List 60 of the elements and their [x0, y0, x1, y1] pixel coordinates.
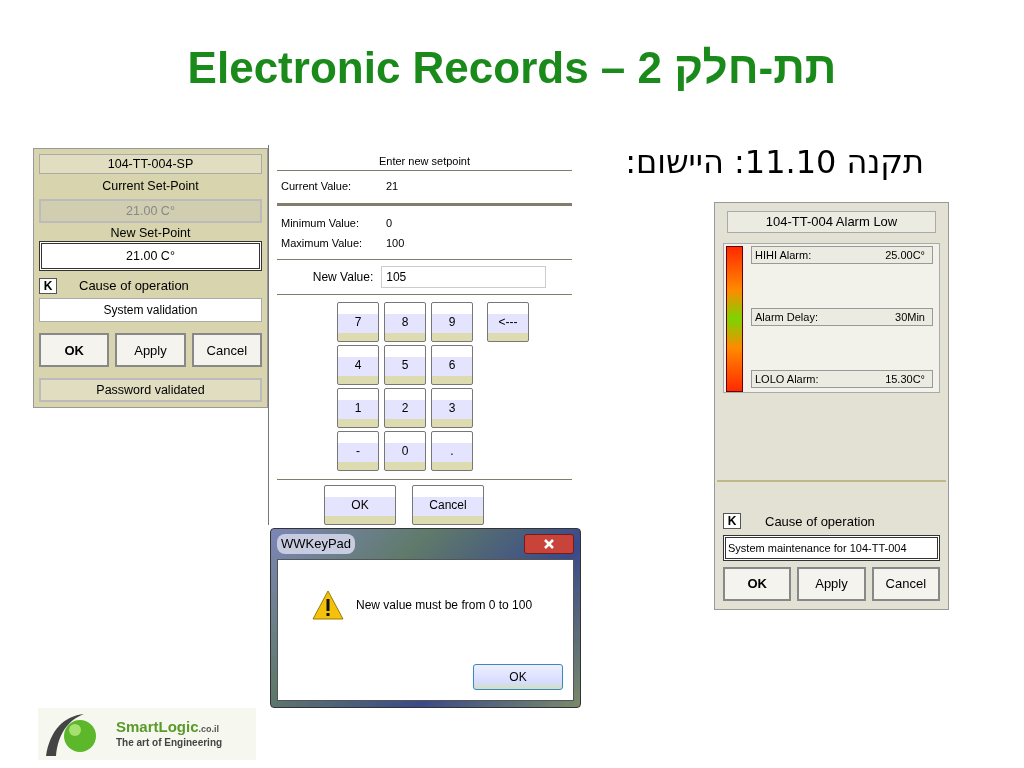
keypad-title: Enter new setpoint [377, 154, 472, 169]
logo-tagline: The art of Engineering [116, 737, 223, 750]
dialog-button[interactable]: OK [39, 333, 110, 368]
alarm-value: 15.30C° [885, 372, 926, 387]
keypad-key[interactable]: 0 [384, 430, 426, 471]
keypad-key[interactable]: 1 [337, 387, 379, 428]
value-text: 0 [386, 216, 393, 232]
new-value-label: New Value: [312, 268, 374, 286]
alarm-label: HIHI Alarm: [755, 248, 812, 263]
dialog-button[interactable]: Apply [115, 333, 186, 368]
dialog-button[interactable]: Apply [797, 567, 866, 601]
keypad-key[interactable]: 2 [384, 387, 426, 428]
value-text: 21 [386, 178, 399, 194]
value-label: Minimum Value: [281, 216, 361, 232]
alert-title: WWKeyPad [277, 534, 356, 554]
keypad-key[interactable]: . [431, 430, 473, 471]
dialog-button[interactable]: Cancel [871, 567, 940, 601]
keypad-key[interactable]: 4 [337, 344, 379, 385]
alert-message: New value must be from 0 to 100 [356, 597, 533, 614]
close-button[interactable] [524, 534, 574, 554]
keypad-key[interactable]: 6 [431, 344, 473, 385]
alarm-value: 30Min [895, 310, 926, 325]
logo-name: SmartLogic [116, 718, 199, 738]
value-label: Current Value: [281, 178, 353, 194]
keypad-key[interactable]: 7 [337, 301, 379, 342]
close-icon [544, 539, 554, 549]
new-setpoint-field[interactable]: 21.00 C° [39, 240, 262, 271]
keypad-key[interactable]: - [337, 430, 379, 471]
warning-icon [312, 590, 344, 620]
keypad-button[interactable]: Cancel [412, 485, 484, 525]
dialog-button[interactable]: Cancel [191, 333, 262, 368]
cause-label: Cause of operation [765, 512, 875, 531]
ok-button[interactable]: OK [473, 664, 563, 690]
alarm-label: Alarm Delay: [755, 310, 818, 325]
cause-field[interactable]: System maintenance for 104-TT-004 [723, 535, 940, 561]
keypad-key[interactable]: 5 [384, 344, 426, 385]
tag-label: 104-TT-004-SP [39, 154, 262, 174]
keypad-key[interactable]: <--- [487, 301, 529, 342]
alarm-title: 104-TT-004 Alarm Low [727, 211, 936, 233]
value-label: Maximum Value: [281, 235, 364, 251]
keypad-key[interactable]: 3 [431, 387, 473, 428]
cause-field[interactable]: System validation [39, 298, 262, 323]
cause-label: Cause of operation [79, 276, 189, 295]
new-value-field[interactable]: 105 [381, 265, 547, 288]
slide-title: Electronic Records – 2 תת-חלק [187, 42, 837, 94]
keyboard-key[interactable]: K [723, 513, 741, 530]
logo-domain: .co.il [198, 724, 220, 736]
new-setpoint-label: New Set-Point [109, 225, 192, 238]
value-text: 100 [386, 235, 405, 251]
alarm-label: LOLO Alarm: [755, 372, 819, 387]
alarm-value: 25.00C° [885, 248, 926, 263]
keyboard-key[interactable]: K [39, 277, 57, 294]
keypad-key[interactable]: 8 [384, 301, 426, 342]
slide-subtitle: תקנה 11.10: היישום: [625, 142, 924, 183]
current-setpoint-label: Current Set-Point [101, 178, 200, 195]
dialog-button[interactable]: OK [723, 567, 792, 601]
status-label: Password validated [39, 378, 262, 403]
keypad-button[interactable]: OK [324, 485, 396, 525]
keypad-key[interactable]: 9 [431, 301, 473, 342]
current-setpoint-field: 21.00 C° [39, 198, 262, 223]
